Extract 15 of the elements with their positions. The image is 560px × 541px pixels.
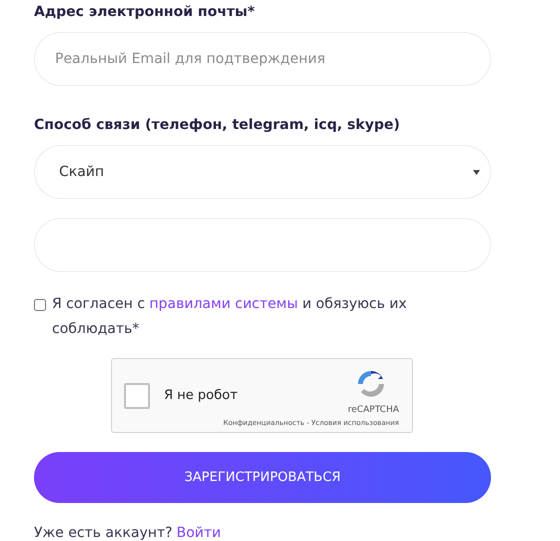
field-label: Адрес электронной почты* (34, 3, 256, 22)
login-link[interactable]: Войти (176, 525, 221, 541)
caret-icon (473, 170, 480, 174)
email-field[interactable]: Реальный Email для подтверждения (34, 32, 491, 86)
contact-select[interactable]: Скайп (34, 145, 491, 199)
captcha-label: Я не робот (164, 388, 238, 403)
captcha-brand: reCAPTCHA (348, 405, 399, 415)
captcha-checkbox[interactable] (124, 382, 150, 408)
rules-link[interactable]: правилами системы (149, 296, 298, 312)
agreement-text: Я согласен с правилами системы и обязуюсь их соблюдать* (52, 295, 408, 339)
register-button[interactable]: ЗАРЕГИСТРИРОВАТЬСЯ (34, 452, 491, 503)
footer-text: Уже есть аккаунт? (34, 525, 172, 541)
recaptcha-logo-icon (356, 369, 386, 399)
field-label: Способ связи (телефон, telegram, icq, skype) (34, 116, 401, 135)
agree-checkbox[interactable] (34, 299, 46, 311)
